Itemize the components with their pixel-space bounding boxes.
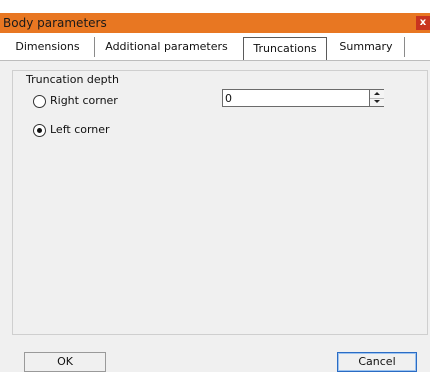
close-button[interactable]: x xyxy=(416,16,430,30)
dialog-window: Body parameters x Dimensions Additional … xyxy=(0,0,430,372)
button-bar: OK Cancel xyxy=(0,339,430,372)
spin-buttons xyxy=(369,90,384,106)
tab-label: Dimensions xyxy=(15,40,80,53)
left-corner-option[interactable]: Left corner xyxy=(33,123,193,139)
close-icon: x xyxy=(419,17,427,28)
tab-additional-parameters[interactable]: Additional parameters xyxy=(95,33,238,59)
tab-truncations[interactable]: Truncations xyxy=(243,37,327,60)
group-legend: Truncation depth xyxy=(23,73,122,86)
tab-label: Summary xyxy=(339,40,393,53)
left-corner-label: Left corner xyxy=(50,123,110,136)
window-title: Body parameters xyxy=(3,16,107,30)
left-corner-radio[interactable] xyxy=(33,124,46,137)
chevron-down-icon xyxy=(374,100,380,103)
spin-down-button[interactable] xyxy=(370,98,384,106)
tab-separator xyxy=(404,37,405,57)
tab-label: Truncations xyxy=(253,42,317,55)
right-corner-label: Right corner xyxy=(50,94,118,107)
truncation-depth-spinbox[interactable] xyxy=(222,89,384,107)
tab-strip: Dimensions Additional parameters Truncat… xyxy=(0,33,430,61)
top-margin xyxy=(0,0,430,13)
tab-dimensions[interactable]: Dimensions xyxy=(0,33,95,59)
cancel-button[interactable]: Cancel xyxy=(337,352,417,372)
tab-label: Additional parameters xyxy=(105,40,228,53)
title-bar[interactable]: Body parameters x xyxy=(0,13,430,33)
chevron-up-icon xyxy=(374,92,380,95)
tab-summary[interactable]: Summary xyxy=(329,33,403,59)
right-corner-radio[interactable] xyxy=(33,95,46,108)
radio-selected-dot xyxy=(37,128,42,133)
truncation-depth-input[interactable] xyxy=(225,91,367,105)
ok-button[interactable]: OK xyxy=(24,352,106,372)
right-corner-option[interactable]: Right corner xyxy=(33,94,193,110)
